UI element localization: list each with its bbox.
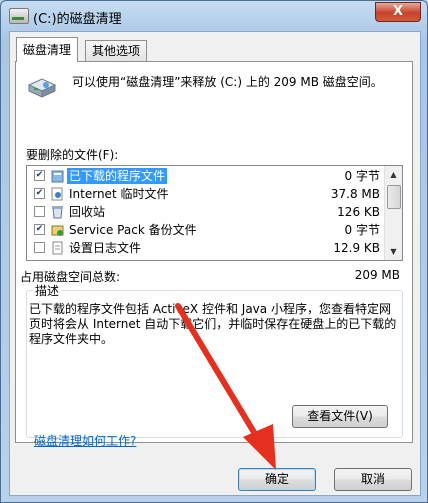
list-scrollbar[interactable]: ▲ ▼	[384, 166, 402, 260]
window-title: (C:)的磁盘清理	[33, 12, 122, 27]
description-title: 描述	[33, 282, 62, 299]
item-name: Internet 临时文件	[69, 187, 169, 201]
help-link[interactable]: 磁盘清理如何工作?	[34, 432, 136, 449]
files-list[interactable]: ✔ 已下载的程序文件 0 字节 ✔ Internet 临时文件 37.8 MB …	[26, 165, 403, 261]
item-size: 0 字节	[344, 223, 380, 237]
tab-disk-cleanup[interactable]: 磁盘清理	[16, 37, 79, 62]
item-size: 126 KB	[337, 205, 380, 219]
disk-cleanup-window: (C:)的磁盘清理 X 磁盘清理 其他选项 可以使用“磁盘清理”来释放 (C:)…	[0, 0, 428, 503]
log-file-icon	[52, 241, 63, 255]
item-size: 0 字节	[344, 169, 380, 183]
list-item[interactable]: 设置日志文件 12.9 KB	[27, 239, 384, 257]
internet-files-icon	[51, 187, 63, 201]
tab-more-options[interactable]: 其他选项	[85, 40, 148, 61]
ok-button[interactable]: 确定	[238, 468, 316, 491]
scroll-up-arrow-icon[interactable]: ▲	[385, 166, 402, 183]
item-size: 37.8 MB	[330, 187, 380, 201]
scroll-down-arrow-icon[interactable]: ▼	[385, 243, 402, 260]
hard-drive-icon	[27, 78, 57, 98]
intro-text: 可以使用“磁盘清理”来释放 (C:) 上的 209 MB 磁盘空间。	[72, 75, 383, 89]
download-folder-icon	[51, 170, 64, 183]
total-space-value: 209 MB	[354, 268, 400, 282]
description-text: 已下载的程序文件包括 ActiveX 控件和 Java 小程序，您查看特定网页时…	[29, 302, 397, 346]
scroll-thumb[interactable]	[387, 185, 401, 209]
list-item[interactable]: 回收站 126 KB	[27, 203, 384, 221]
view-files-button[interactable]: 查看文件(V)	[292, 405, 388, 428]
cancel-button[interactable]: 取消	[334, 468, 412, 491]
checkbox-checked[interactable]: ✔	[34, 224, 45, 235]
description-group: 描述 已下载的程序文件包括 ActiveX 控件和 Java 小程序，您查看特定…	[26, 282, 403, 438]
checkbox-checked[interactable]: ✔	[34, 188, 45, 199]
title-bar[interactable]: (C:)的磁盘清理 X	[1, 1, 427, 31]
list-item[interactable]: ✔ Service Pack 备份文件 0 字节	[27, 221, 384, 239]
item-name: 已下载的程序文件	[67, 168, 168, 184]
files-to-delete-label: 要删除的文件(F):	[26, 148, 119, 162]
list-item[interactable]: ✔ 已下载的程序文件 0 字节	[27, 167, 384, 185]
recycle-bin-icon	[52, 206, 63, 219]
service-pack-icon	[51, 225, 64, 236]
item-name: Service Pack 备份文件	[69, 223, 197, 237]
disk-cleanup-app-icon	[9, 8, 29, 24]
tab-panel: 可以使用“磁盘清理”来释放 (C:) 上的 209 MB 磁盘空间。 要删除的文…	[15, 61, 413, 443]
checkbox-unchecked[interactable]	[34, 206, 45, 217]
item-name: 设置日志文件	[69, 241, 142, 255]
checkbox-checked[interactable]: ✔	[34, 170, 45, 181]
checkbox-unchecked[interactable]	[34, 242, 45, 253]
close-button[interactable]: X	[375, 2, 421, 22]
item-name: 回收站	[69, 205, 106, 219]
dialog-body: 磁盘清理 其他选项 可以使用“磁盘清理”来释放 (C:) 上的 209 MB 磁…	[9, 31, 421, 496]
item-size: 12.9 KB	[333, 241, 380, 255]
list-item[interactable]: ✔ Internet 临时文件 37.8 MB	[27, 185, 384, 203]
